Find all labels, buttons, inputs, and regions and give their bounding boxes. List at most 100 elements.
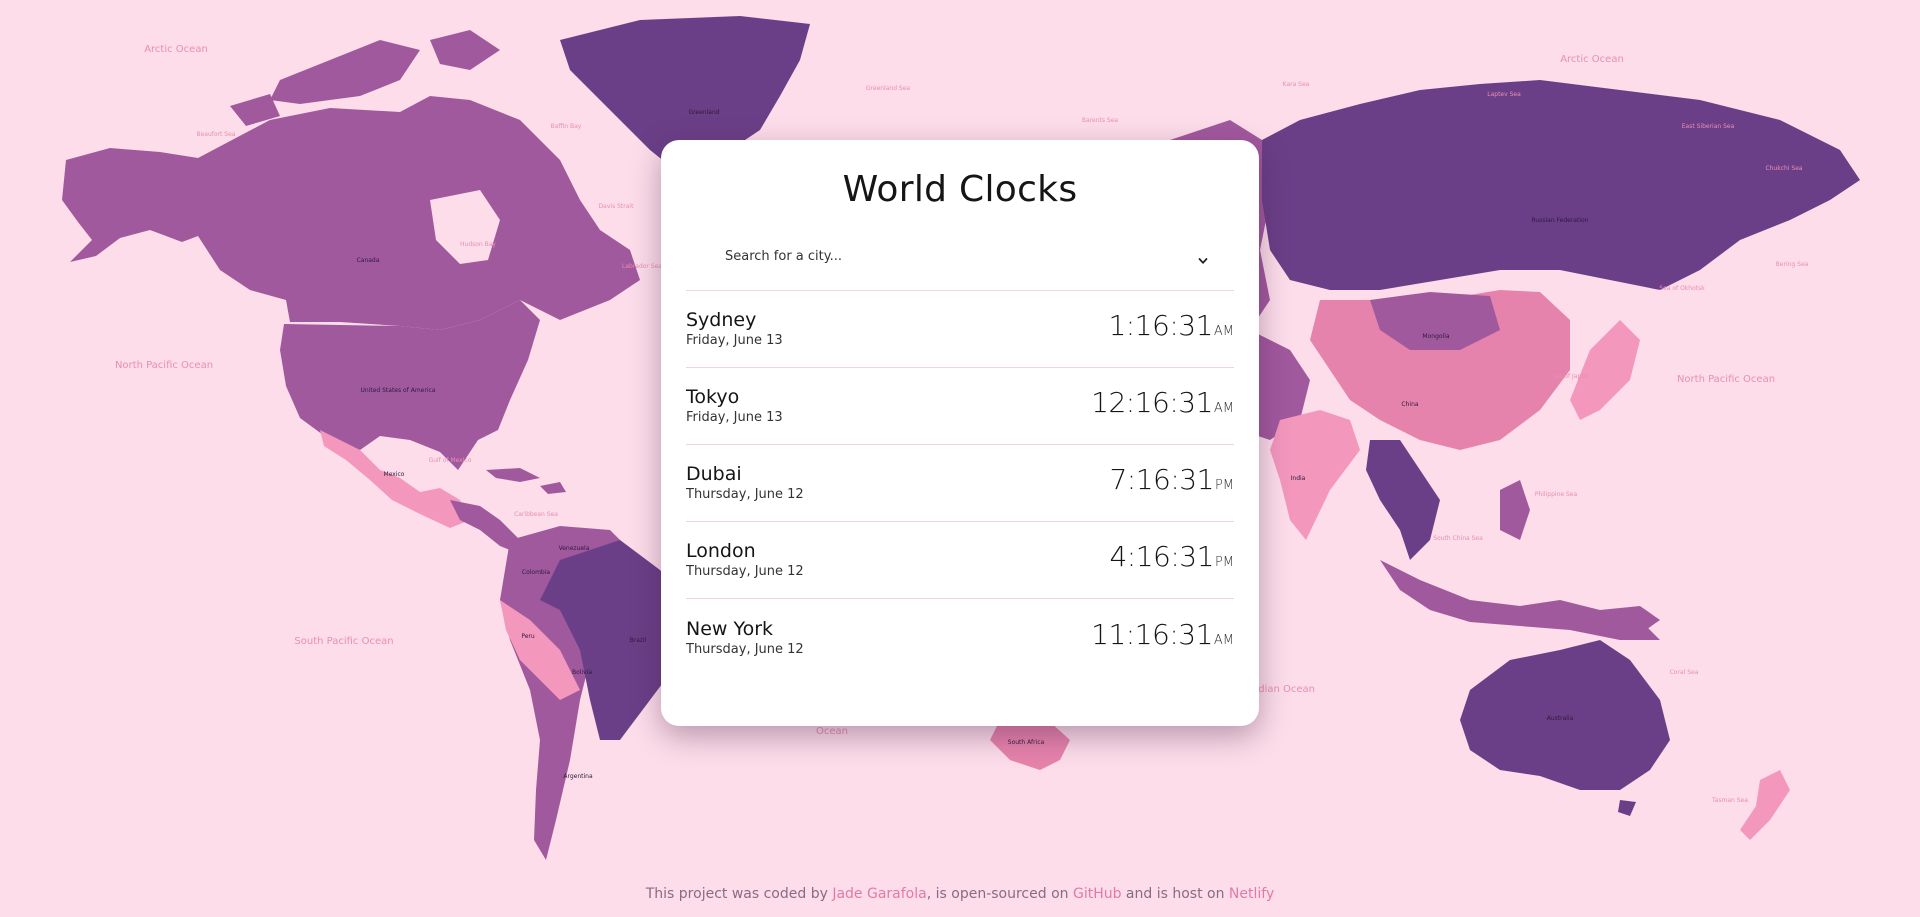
city-row-dubai: Dubai Thursday, June 12 7:16:31PM [686, 445, 1234, 522]
city-time-ampm: AM [1213, 632, 1234, 648]
city-list: Sydney Friday, June 13 1:16:31AM Tokyo F… [686, 291, 1234, 676]
alaska-shape [62, 148, 198, 262]
southeast-asia-shape [1366, 440, 1440, 560]
city-info: London Thursday, June 12 [686, 539, 804, 581]
sea-label: Tasman Sea [1711, 797, 1748, 804]
tasmania-shape [1618, 800, 1636, 816]
country-label: Russian Federation [1532, 217, 1589, 224]
city-time-value: 11:16:31 [1091, 617, 1213, 651]
city-time-value: 4:16:31 [1109, 540, 1214, 573]
country-label: United States of America [361, 387, 436, 394]
sea-label: Laptev Sea [1487, 91, 1521, 98]
footer-text: and is host on [1121, 886, 1229, 902]
city-date: Thursday, June 12 [686, 564, 804, 579]
sea-label: Bering Sea [1776, 261, 1809, 268]
city-time: 12:16:31AM [1091, 386, 1234, 426]
city-name: Tokyo [686, 386, 740, 408]
sea-label: Gulf of Mexico [429, 457, 472, 464]
country-label: Brazil [630, 637, 647, 644]
caribbean-shape [486, 468, 566, 494]
sea-label: Davis Strait [599, 203, 635, 210]
city-name: London [686, 540, 756, 562]
city-time-value: 12:16:31 [1091, 386, 1213, 419]
city-time: 4:16:31PM [1109, 540, 1234, 580]
city-select-placeholder: Search for a city... [725, 248, 842, 264]
country-label: South Africa [1008, 739, 1045, 746]
country-label: Venezuela [559, 545, 590, 552]
city-name: New York [686, 617, 774, 640]
country-label: Mexico [384, 471, 405, 478]
sea-label: Labrador Sea [622, 263, 662, 270]
sea-label: Hudson Bay [460, 241, 496, 248]
city-info: Dubai Thursday, June 12 [686, 462, 804, 504]
ocean-label: Arctic Ocean [144, 44, 208, 55]
city-row-sydney: Sydney Friday, June 13 1:16:31AM [686, 291, 1234, 368]
footer: This project was coded by Jade Garafola,… [0, 886, 1920, 902]
city-time-ampm: PM [1214, 555, 1234, 570]
country-label: Australia [1547, 715, 1574, 722]
city-row-new-york: New York Thursday, June 12 11:16:31AM [686, 599, 1234, 676]
city-info: Sydney Friday, June 13 [686, 308, 783, 350]
sea-label: Baffin Bay [551, 123, 582, 130]
city-time: 1:16:31AM [1108, 309, 1234, 349]
ocean-label: North Pacific Ocean [1677, 374, 1775, 385]
sea-label: Philippine Sea [1535, 491, 1578, 498]
page: Arctic Ocean Arctic Ocean North Pacific … [0, 0, 1920, 917]
city-row-tokyo: Tokyo Friday, June 13 12:16:31AM [686, 368, 1234, 445]
city-time: 11:16:31AM [1091, 618, 1234, 658]
page-title: World Clocks [842, 169, 1078, 210]
sea-label: Caribbean Sea [514, 511, 558, 518]
sea-label: Chukchi Sea [1765, 165, 1802, 172]
country-label: Canada [357, 257, 380, 264]
city-time-ampm: AM [1213, 324, 1234, 339]
city-time-value: 7:16:31 [1109, 463, 1214, 496]
sea-label: Sea of Japan [1551, 373, 1589, 380]
city-select-wrapper: Search for a city... [686, 234, 1234, 291]
city-date: Thursday, June 12 [686, 487, 804, 502]
sea-label: Beaufort Sea [197, 131, 236, 138]
footer-text: , is open-sourced on [926, 886, 1073, 902]
country-label: Colombia [522, 569, 551, 576]
sea-label: South China Sea [1433, 535, 1483, 542]
country-label: Greenland [688, 109, 719, 116]
city-time-ampm: AM [1213, 401, 1234, 416]
author-link[interactable]: Jade Garafola [832, 886, 926, 902]
country-label: Argentina [563, 773, 593, 780]
philippines-shape [1500, 480, 1530, 540]
city-time: 7:16:31PM [1109, 463, 1234, 503]
city-time-value: 1:16:31 [1108, 309, 1213, 342]
sea-label: Greenland Sea [866, 85, 911, 92]
country-label: India [1291, 475, 1306, 482]
ocean-label: North Pacific Ocean [115, 360, 213, 371]
city-info: New York Thursday, June 12 [686, 617, 804, 659]
city-select[interactable]: Search for a city... [698, 234, 1222, 278]
city-row-london: London Thursday, June 12 4:16:31PM [686, 522, 1234, 599]
country-label: Peru [521, 633, 535, 640]
city-info: Tokyo Friday, June 13 [686, 385, 783, 427]
city-name: Sydney [686, 309, 757, 331]
country-label: Bolivia [572, 669, 592, 676]
country-label: Mongolia [1422, 333, 1449, 340]
chevron-down-icon [1198, 251, 1208, 264]
city-date: Thursday, June 12 [686, 641, 804, 657]
netlify-link[interactable]: Netlify [1229, 886, 1274, 902]
ocean-label: Arctic Ocean [1560, 54, 1624, 65]
japan-shape [1570, 320, 1640, 420]
new-zealand-shape [1740, 770, 1790, 840]
sea-label: Sea of Okhotsk [1659, 285, 1705, 292]
city-time-ampm: PM [1214, 478, 1234, 493]
github-link[interactable]: GitHub [1073, 886, 1122, 902]
canada-shape [198, 96, 640, 330]
city-date: Friday, June 13 [686, 333, 783, 348]
sea-label: East Siberian Sea [1682, 123, 1735, 130]
sea-label: Kara Sea [1283, 81, 1310, 88]
ocean-label: Ocean [816, 726, 848, 737]
russia-shape [1262, 80, 1860, 290]
world-clocks-card: World Clocks Search for a city... Sydney… [661, 140, 1259, 726]
india-shape [1270, 410, 1360, 540]
country-label: China [1401, 401, 1418, 408]
ocean-label: South Pacific Ocean [294, 636, 393, 647]
sea-label: Barents Sea [1082, 117, 1119, 124]
city-name: Dubai [686, 463, 742, 485]
city-date: Friday, June 13 [686, 410, 783, 425]
